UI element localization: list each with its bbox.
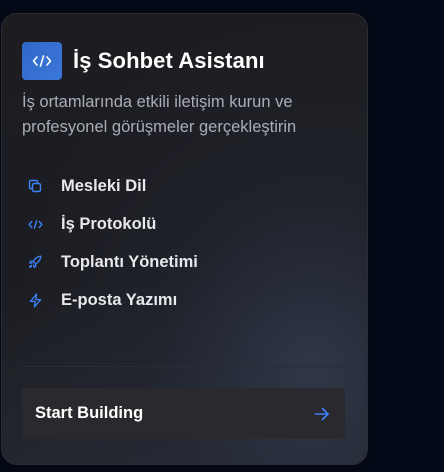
lightning-icon <box>26 291 44 309</box>
feature-item-mesleki-dil: Mesleki Dil <box>22 167 198 205</box>
feature-label: E-posta Yazımı <box>61 290 178 309</box>
card-title: İş Sohbet Asistanı <box>73 48 265 73</box>
feature-list: Mesleki Dil İş Protokolü Toplantı Yöneti… <box>22 167 198 319</box>
feature-item-toplanti-yonetimi: Toplantı Yönetimi <box>22 243 198 281</box>
assistant-card: İş Sohbet Asistanı İş ortamlarında etkil… <box>1 13 368 465</box>
arrow-right-icon <box>313 405 331 423</box>
card-header: İş Sohbet Asistanı <box>22 42 265 80</box>
code-icon <box>22 42 62 80</box>
rocket-icon <box>26 253 44 271</box>
feature-item-is-protokolu: İş Protokolü <box>22 205 198 243</box>
start-building-label: Start Building <box>35 404 144 422</box>
feature-label: Mesleki Dil <box>61 176 147 195</box>
code-icon <box>26 215 44 233</box>
start-building-button[interactable]: Start Building <box>22 388 345 439</box>
card-description: İş ortamlarında etkili iletişim kurun ve… <box>22 93 297 136</box>
feature-label: İş Protokolü <box>61 214 157 233</box>
divider <box>22 366 345 367</box>
copy-icon <box>26 177 44 195</box>
feature-item-e-posta-yazimi: E-posta Yazımı <box>22 281 198 319</box>
feature-label: Toplantı Yönetimi <box>61 252 198 271</box>
